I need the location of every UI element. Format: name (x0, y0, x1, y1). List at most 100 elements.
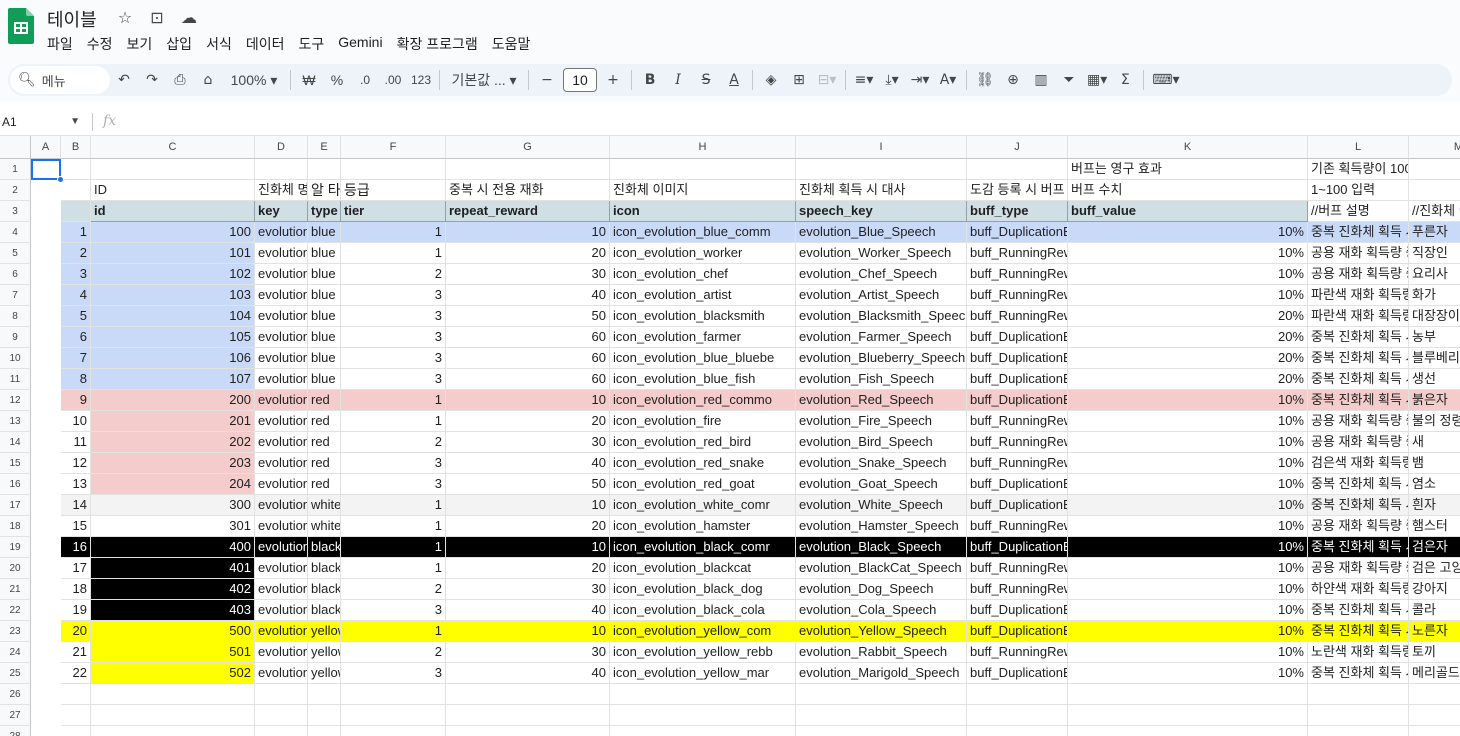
cell[interactable]: 파란색 재화 획득량 증가 (1308, 285, 1409, 306)
cell[interactable]: 100 (91, 222, 255, 243)
cell[interactable] (796, 705, 967, 726)
cell[interactable] (446, 726, 610, 736)
cell[interactable]: buff_RunningRewardBlack (967, 579, 1068, 600)
cell[interactable]: evolution_Dog (255, 579, 308, 600)
column-header[interactable]: A (31, 136, 61, 159)
cell[interactable]: 17 (61, 558, 91, 579)
cell[interactable]: evolution_Cola (255, 600, 308, 621)
cell[interactable]: 104 (91, 306, 255, 327)
row-header[interactable]: 25 (0, 663, 31, 684)
cell[interactable]: evolution_Farmer_Speech (796, 327, 967, 348)
redo-icon[interactable]: ↷ (138, 66, 166, 94)
cell[interactable]: 40 (446, 285, 610, 306)
borders-icon[interactable]: ⊞ (785, 66, 813, 94)
cell[interactable]: evolution_Cola_Speech (796, 600, 967, 621)
decrease-decimal-button[interactable]: .0 (351, 66, 379, 94)
cell[interactable]: evolution_Blacksmith_Speech (796, 306, 967, 327)
cell[interactable]: 40 (446, 453, 610, 474)
cell[interactable]: 22 (61, 663, 91, 684)
cell[interactable]: black (308, 600, 341, 621)
cell[interactable]: 30 (446, 264, 610, 285)
bold-icon[interactable]: B (636, 66, 664, 94)
cell[interactable] (341, 705, 446, 726)
cell[interactable] (1409, 180, 1460, 201)
cell[interactable]: 20 (446, 411, 610, 432)
cell[interactable]: buff_RunningRewardDew (967, 432, 1068, 453)
cell[interactable]: buff_DuplicationEvolution (967, 369, 1068, 390)
row-header[interactable]: 18 (0, 516, 31, 537)
cell[interactable]: icon_evolution_chef (610, 264, 796, 285)
cell[interactable]: icon_evolution_blue_fish (610, 369, 796, 390)
menu-item[interactable]: 데이터 (239, 32, 292, 56)
column-header[interactable]: E (308, 136, 341, 159)
cell[interactable]: 2 (341, 432, 446, 453)
cell[interactable]: 30 (446, 432, 610, 453)
cell[interactable]: buff_DuplicationEvolution (967, 327, 1068, 348)
cell[interactable]: 등급 (341, 180, 446, 201)
cell[interactable]: 20% (1068, 369, 1308, 390)
cell[interactable]: 20 (446, 243, 610, 264)
column-header[interactable]: M (1409, 136, 1460, 159)
zoom-select[interactable]: 100% ▾ (222, 66, 286, 94)
column-header[interactable]: I (796, 136, 967, 159)
column-header[interactable]: L (1308, 136, 1409, 159)
cell[interactable]: 1 (61, 222, 91, 243)
cell[interactable]: 10% (1068, 537, 1308, 558)
cell[interactable]: buff_RunningRewardBlue (967, 285, 1068, 306)
cell[interactable]: 알 타입 (308, 180, 341, 201)
cell[interactable] (796, 726, 967, 736)
cell[interactable] (1068, 684, 1308, 705)
increase-font-size-icon[interactable]: + (599, 66, 627, 94)
cell[interactable]: 10% (1068, 474, 1308, 495)
cell[interactable] (61, 684, 91, 705)
cell[interactable]: ID (91, 180, 255, 201)
cell[interactable] (91, 684, 255, 705)
cell[interactable]: 20 (61, 621, 91, 642)
cell[interactable]: 501 (91, 642, 255, 663)
functions-icon[interactable]: Σ (1111, 66, 1139, 94)
cell[interactable]: evolution_Goat_Speech (796, 474, 967, 495)
cell[interactable]: 101 (91, 243, 255, 264)
cell[interactable]: 3 (341, 327, 446, 348)
row-header[interactable]: 3 (0, 201, 31, 222)
cell[interactable]: buff_DuplicationEvolution (967, 474, 1068, 495)
cell[interactable]: 중복 진화체 획득 시 지급 재화 증가 (1308, 348, 1409, 369)
cell[interactable] (308, 684, 341, 705)
cell[interactable]: 400 (91, 537, 255, 558)
cell[interactable]: 3 (341, 348, 446, 369)
fill-handle[interactable] (57, 176, 64, 183)
cell[interactable] (61, 159, 91, 180)
cell[interactable] (61, 180, 91, 201)
cell[interactable]: evolution_Dog_Speech (796, 579, 967, 600)
insert-comment-icon[interactable]: ⊕ (999, 66, 1027, 94)
cell[interactable]: red (308, 453, 341, 474)
column-header[interactable]: B (61, 136, 91, 159)
cell[interactable] (341, 684, 446, 705)
cell[interactable] (341, 159, 446, 180)
cell[interactable]: 중복 진화체 획득 시 지급 재화 증가 (1308, 621, 1409, 642)
cell[interactable]: 공용 재화 획득량 증가 (1308, 243, 1409, 264)
cell[interactable]: 19 (61, 600, 91, 621)
insert-link-icon[interactable]: ⛓ (971, 66, 999, 94)
cell[interactable]: evolution_Bird_Speech (796, 432, 967, 453)
cell[interactable]: red (308, 411, 341, 432)
cell[interactable]: evolution_Snake_Speech (796, 453, 967, 474)
cell[interactable]: 중복 진화체 획득 시 지급 재화 증가 (1308, 390, 1409, 411)
text-wrapping-icon[interactable]: ⇥▾ (906, 66, 934, 94)
cell[interactable]: 10% (1068, 663, 1308, 684)
cell[interactable]: icon_evolution_white_comr (610, 495, 796, 516)
cell[interactable]: evolution_Rabbit_Speech (796, 642, 967, 663)
cell[interactable]: evolution_BlackCat_Speech (796, 558, 967, 579)
font-size-input[interactable]: 10 (563, 68, 598, 92)
row-header[interactable]: 26 (0, 684, 31, 705)
cell[interactable]: evolution_Bird (255, 432, 308, 453)
cell[interactable]: 20% (1068, 306, 1308, 327)
cell[interactable]: icon_evolution_fire (610, 411, 796, 432)
cell[interactable]: 1 (341, 390, 446, 411)
cell[interactable]: 20 (446, 558, 610, 579)
row-header[interactable]: 5 (0, 243, 31, 264)
cell[interactable]: yellow (308, 621, 341, 642)
paint-format-icon[interactable]: ⌂ (194, 66, 222, 94)
cell[interactable] (308, 726, 341, 736)
document-title[interactable]: 테이블 (47, 6, 97, 32)
